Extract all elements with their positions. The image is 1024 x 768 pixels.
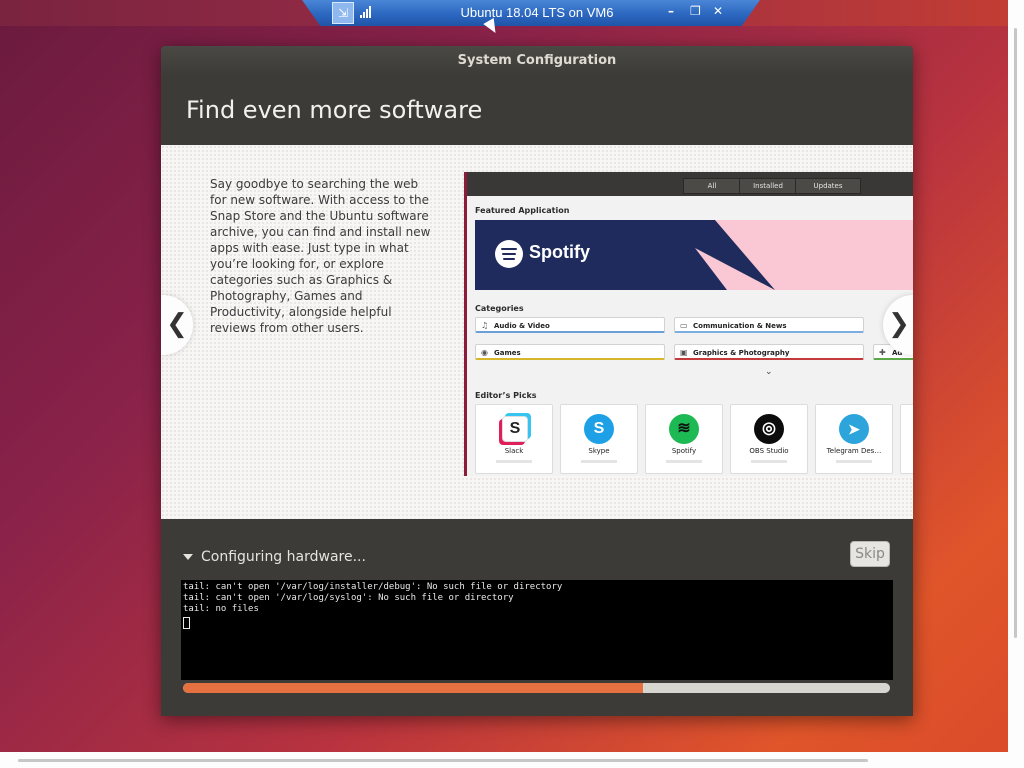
- progress-bar: [183, 683, 890, 693]
- pick-card-slack: S Slack: [475, 404, 553, 474]
- vertical-scrollbar[interactable]: [1014, 28, 1017, 638]
- expander-triangle-icon: [183, 554, 193, 560]
- category-games: ◉ Games: [475, 344, 665, 360]
- categories-label: Categories: [475, 304, 524, 313]
- screenshot-tab-installed: Installed: [739, 178, 797, 194]
- featured-banner: Spotify: [475, 220, 913, 290]
- chevron-down-icon: ⌄: [765, 367, 773, 377]
- skip-button[interactable]: Skip: [850, 541, 890, 567]
- pick-card-telegram: ➤ Telegram Des…: [815, 404, 893, 474]
- restore-button[interactable]: ❐: [690, 4, 701, 18]
- slack-icon: S: [502, 416, 528, 442]
- remote-session-title: Ubuntu 18.04 LTS on VM6: [460, 5, 614, 20]
- skype-icon: S: [584, 414, 614, 444]
- editors-picks-label: Editor’s Picks: [475, 391, 537, 400]
- chevron-left-icon: ❮: [166, 309, 188, 339]
- details-expander[interactable]: Configuring hardware...: [183, 549, 366, 565]
- spotify-icon: ≋: [669, 414, 699, 444]
- terminal-line: tail: can't open '/var/log/installer/deb…: [183, 582, 563, 592]
- status-label: Configuring hardware...: [201, 549, 366, 565]
- progress-fill: [183, 683, 643, 693]
- spotify-logo-icon: [495, 240, 523, 268]
- close-button[interactable]: ✕: [713, 4, 723, 18]
- terminal-line: tail: can't open '/var/log/syslog': No s…: [183, 593, 514, 603]
- puzzle-icon: ✚: [879, 348, 886, 357]
- gamepad-icon: ◉: [481, 348, 488, 357]
- terminal-output: tail: can't open '/var/log/installer/deb…: [181, 580, 893, 680]
- screenshot-tab-all: All: [683, 178, 741, 194]
- pick-card-partial: [900, 404, 913, 474]
- terminal-cursor: [183, 617, 190, 629]
- slide-description: Say goodbye to searching the web for new…: [210, 177, 431, 335]
- obs-icon: ◎: [754, 414, 784, 444]
- chevron-right-icon: ❯: [888, 309, 910, 339]
- terminal-line: tail: no files: [183, 604, 259, 614]
- window-title: System Configuration: [161, 46, 913, 76]
- pin-icon[interactable]: ⇲: [332, 2, 354, 24]
- slideshow-panel: Say goodbye to searching the web for new…: [161, 145, 913, 519]
- telegram-icon: ➤: [839, 414, 869, 444]
- screenshot-tab-updates: Updates: [795, 178, 861, 194]
- connection-signal-icon: [360, 6, 374, 18]
- featured-label: Featured Application: [475, 206, 570, 215]
- music-note-icon: ♫: [481, 321, 489, 330]
- remote-session-bar: ⇲ Ubuntu 18.04 LTS on VM6 – ❐ ✕: [302, 0, 760, 26]
- previous-slide-button[interactable]: ❮: [161, 295, 193, 355]
- pick-card-spotify: ≋ Spotify: [645, 404, 723, 474]
- software-center-screenshot: All Installed Updates Featured Applicati…: [464, 172, 913, 476]
- minimize-button[interactable]: –: [668, 4, 674, 18]
- pick-card-obs: ◎ OBS Studio: [730, 404, 808, 474]
- horizontal-scrollbar[interactable]: [18, 759, 868, 762]
- camera-icon: ▣: [680, 348, 688, 357]
- screenshot-header-bar: All Installed Updates: [467, 172, 913, 196]
- pick-card-skype: S Skype: [560, 404, 638, 474]
- page-title: Find even more software: [186, 96, 483, 124]
- chat-icon: ▭: [680, 321, 688, 330]
- category-audio-video: ♫ Audio & Video: [475, 317, 665, 333]
- category-graphics-photography: ▣ Graphics & Photography: [674, 344, 864, 360]
- featured-app-name: Spotify: [529, 242, 590, 262]
- installer-window: System Configuration Find even more soft…: [161, 46, 913, 716]
- category-communication-news: ▭ Communication & News: [674, 317, 864, 333]
